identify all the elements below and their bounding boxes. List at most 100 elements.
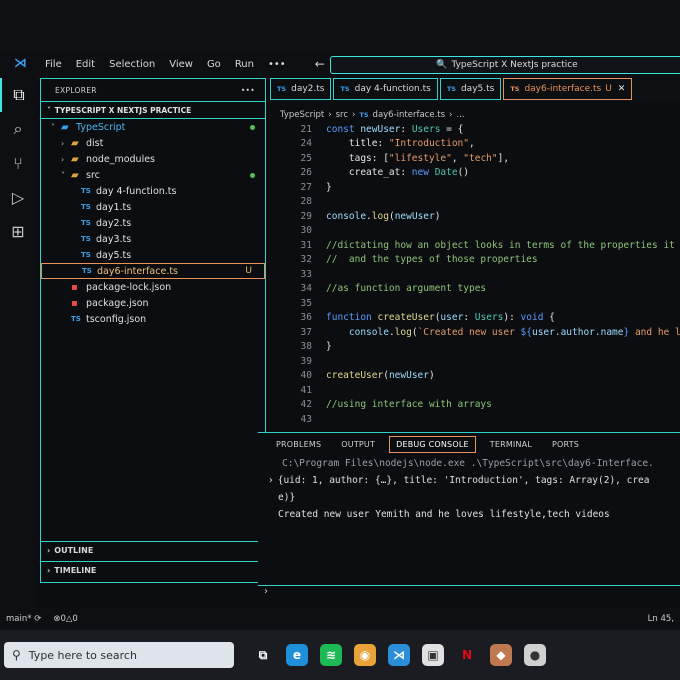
breadcrumb-item[interactable]: TypeScript [280,110,324,120]
typescript-file-icon: TS [81,219,91,227]
search-icon: 🔍 [436,60,448,70]
menu-item[interactable]: ••• [261,59,293,70]
code-token: createUser [377,312,435,324]
code-line: 30 [270,224,680,239]
menu-item[interactable]: File [38,59,69,70]
code-token: log [394,326,412,338]
search-icon[interactable]: ⌕ [0,112,36,146]
typescript-file-icon: TS [340,85,350,93]
breadcrumb-item[interactable]: day6-interface.ts [373,110,445,120]
menu-item[interactable]: Edit [69,59,102,70]
tab-modified-badge: U [605,84,612,94]
tree-item[interactable]: ˅ ▰ src [41,167,265,183]
tree-item[interactable]: TS day3.ts [41,231,265,247]
code-line: 43 [270,412,680,427]
chrome-icon[interactable]: ◉ [354,644,376,666]
tree-item-label: dist [86,137,104,149]
code-text: } [326,182,332,193]
code-token: // and the types of those properties [326,254,538,266]
game-icon[interactable]: ◆ [490,644,512,666]
code-token: "Introduction" [388,138,469,150]
typescript-file-icon: TS [81,203,91,211]
console-line: › {uid: 1, author: {…}, title: 'Introduct… [268,472,680,489]
project-root[interactable]: ˅ TYPESCRIPT X NEXTJS PRACTICE [41,101,265,119]
panel-tab[interactable]: PORTS [546,437,585,452]
tree-item[interactable]: TS tsconfig.json [41,311,265,327]
tree-item[interactable]: TS day 4-function.ts [41,183,265,199]
app-icon[interactable]: ▣ [422,644,444,666]
code-token: ) [428,370,435,382]
editor-tab[interactable]: TS day2.ts [270,78,332,100]
spotify-icon[interactable]: ≋ [320,644,342,666]
command-center-search[interactable]: 🔍 TypeScript X NextJs practice [330,56,680,74]
menu-item[interactable]: Selection [102,59,162,70]
breadcrumb-item[interactable]: ... [456,110,464,120]
line-number: 30 [300,225,312,237]
tree-item-label: tsconfig.json [86,313,147,325]
extensions-icon[interactable]: ⊞ [0,214,36,248]
problems-indicator[interactable]: ⊗0△0 [53,614,77,624]
menu-item[interactable]: View [162,59,200,70]
editor-tab[interactable]: TS day6-interface.ts U ✕ [503,78,633,100]
close-icon[interactable]: ✕ [618,84,626,94]
panel-tabs: PROBLEMS OUTPUT DEBUG CONSOLE TERMINAL PORTS [258,433,680,455]
outline-section[interactable]: › OUTLINE [41,541,265,559]
debug-console-input[interactable]: › [258,585,680,603]
tree-item[interactable]: TS day5.ts [41,247,265,263]
code-text: } [326,341,332,352]
tree-item[interactable]: TS day1.ts [41,199,265,215]
panel-tab[interactable]: TERMINAL [484,437,538,452]
expand-caret-icon[interactable]: › [268,475,274,486]
code-text: function createUser(user: Users): void { [326,312,555,323]
tree-item[interactable]: ˅ ▰ TypeScript [41,119,265,135]
code-token: console [348,326,389,338]
menu-item[interactable]: Run [228,59,261,70]
activity-bar: ⧉ ⌕ ⑂ ▷ ⊞ [0,78,36,608]
tree-item[interactable]: › ▰ node_modules [41,151,265,167]
timeline-section[interactable]: › TIMELINE [41,561,265,579]
branch-indicator[interactable]: main* ⟳ [6,614,41,624]
taskbar-search-placeholder: Type here to search [28,648,137,662]
search-icon: ⚲ [12,648,21,662]
profile-icon[interactable]: ● [524,644,546,666]
panel-tab[interactable]: DEBUG CONSOLE [389,435,476,453]
branch-label: main* [6,614,32,624]
line-number: 21 [300,123,312,135]
panel-tab[interactable]: PROBLEMS [270,437,327,452]
tree-item-label: node_modules [86,153,156,165]
code-line: 34 //as function argument types [270,282,680,297]
code-text: createUser(newUser) [326,370,435,381]
files-icon[interactable]: ⧉ [0,78,36,112]
typescript-file-icon: TS [71,315,81,323]
tree-item[interactable]: › ▰ dist [41,135,265,151]
explorer-more-icon[interactable]: ••• [241,86,255,95]
tree-item[interactable]: TS day2.ts [41,215,265,231]
source-control-icon[interactable]: ⑂ [0,146,36,180]
code-token: new [411,167,435,179]
edge-icon[interactable]: e [286,644,308,666]
vscode-icon[interactable]: ⋊ [388,644,410,666]
run-debug-icon[interactable]: ▷ [0,180,36,214]
taskbar-search[interactable]: ⚲ Type here to search [4,642,234,668]
editor-tab[interactable]: TS day5.ts [439,78,502,100]
menu-item[interactable]: Go [200,59,228,70]
task-view-icon[interactable]: ⧉ [252,644,274,666]
sync-icon: ⟳ [34,614,42,624]
code-token: ${ [520,326,532,338]
cursor-position[interactable]: Ln 45, [648,614,674,624]
code-text: //using interface with arrays [326,399,492,410]
line-number: 26 [300,167,312,179]
code-token: void [520,312,544,324]
code-editor[interactable]: 21 const newUser: Users = {24 title: "Int… [270,122,680,425]
tree-item[interactable]: TS day6-interface.ts U [41,263,265,279]
explorer-header: EXPLORER ••• [41,79,265,101]
panel-tab[interactable]: OUTPUT [335,437,381,452]
editor-tab[interactable]: TS day 4-function.ts [333,78,438,100]
windows-taskbar: ⚲ Type here to search ⧉ e ≋ ◉ ⋊ ▣ N ◆ ● [0,630,680,680]
tree-item[interactable]: ▪ package.json [41,295,265,311]
breadcrumb-item[interactable]: src [336,110,348,120]
code-token: ): [503,312,521,324]
netflix-icon[interactable]: N [456,644,478,666]
code-line: 26 create_at: new Date() [270,166,680,181]
tree-item[interactable]: ▪ package-lock.json [41,279,265,295]
